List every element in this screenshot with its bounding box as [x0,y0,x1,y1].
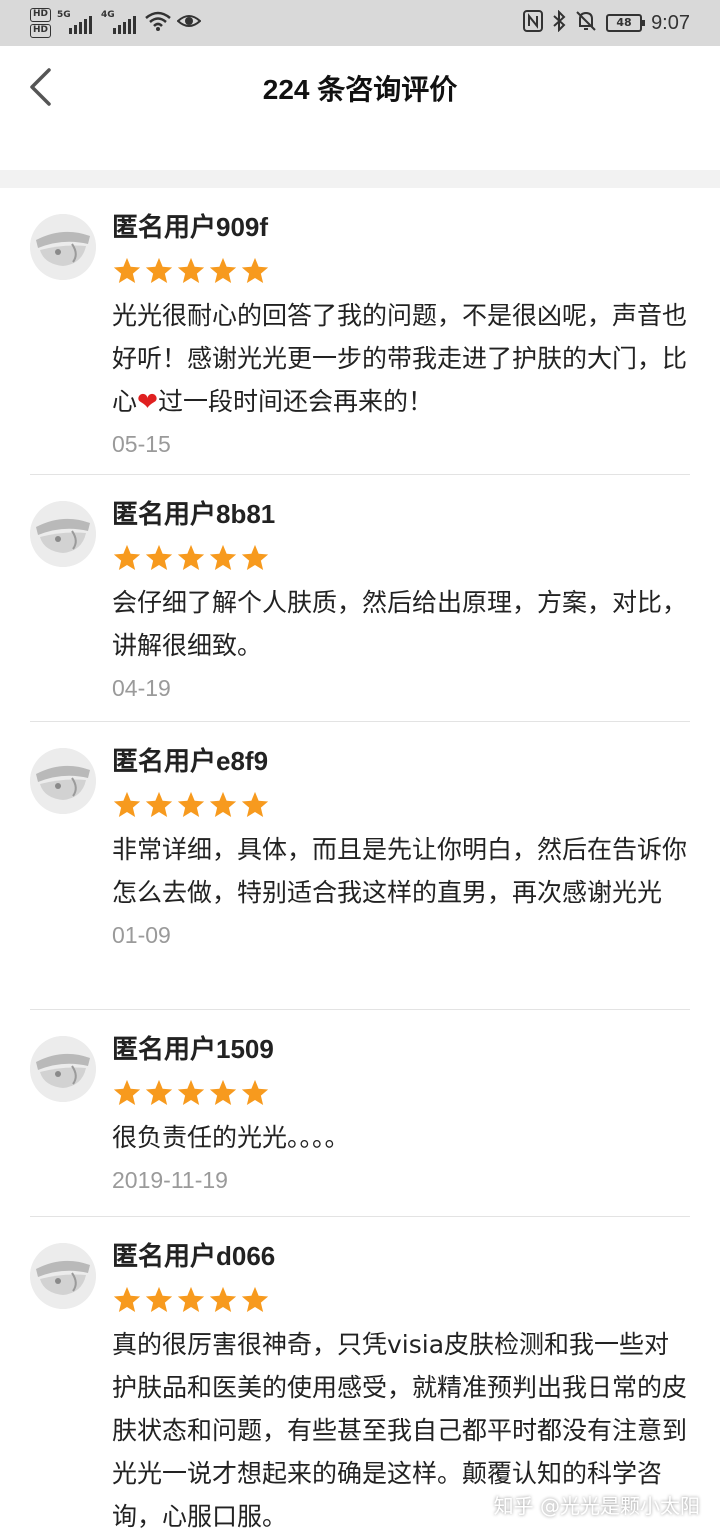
review-list: 匿名用户909f 光光很耐心的回答了我的问题，不是很凶呢，声音也好听！感谢光光更… [0,188,720,1531]
avatar[interactable] [30,214,96,280]
hd-badges: HD HD [30,8,52,38]
masked-face-icon [30,214,96,280]
hd-badge: HD [30,8,52,22]
bluetooth-icon [552,9,566,36]
star-icon [145,1079,173,1105]
star-icon [209,791,237,817]
review-text: 光光很耐心的回答了我的问题，不是很凶呢，声音也好听！感谢光光更一步的带我走进了护… [112,294,690,423]
eye-icon [176,12,202,34]
masked-face-icon [30,1036,96,1102]
status-bar: HD HD 5G 4G 48 9:07 [0,0,720,46]
star-icon [241,791,269,817]
heart-emoji: ❤ [137,387,158,416]
review-item: 匿名用户e8f9 非常详细，具体，而且是先让你明白，然后在告诉你怎么去做，特别适… [30,722,690,1010]
star-icon [113,544,141,570]
star-icon [113,1079,141,1105]
status-right: 48 9:07 [523,5,690,41]
rating-stars [112,1078,690,1108]
reviewer-name[interactable]: 匿名用户8b81 [112,499,690,529]
rating-stars [112,790,690,820]
star-icon [241,257,269,283]
nfc-icon [523,10,544,36]
reviewer-name[interactable]: 匿名用户909f [112,212,690,242]
review-date: 05-15 [112,431,171,457]
star-icon [177,544,205,570]
masked-face-icon [30,501,96,567]
review-text-part: 过一段时间还会再来的！ [157,387,433,416]
star-icon [241,1286,269,1312]
signal-5g-icon: 5G [57,10,95,36]
star-icon [177,1079,205,1105]
star-icon [209,1286,237,1312]
clock: 9:07 [651,11,690,34]
avatar[interactable] [30,748,96,814]
review-item: 匿名用户1509 很负责任的光光。。。。 2019-11-19 [30,1010,690,1217]
mute-bell-icon [575,10,597,36]
hd-badge: HD [30,24,52,38]
review-text: 会仔细了解个人肤质，然后给出原理，方案，对比，讲解很细致。 [112,588,688,660]
avatar[interactable] [30,501,96,567]
wifi-icon [145,11,171,35]
rating-stars [112,1285,690,1315]
star-icon [145,1286,173,1312]
reviewer-name[interactable]: 匿名用户e8f9 [112,746,690,776]
rating-stars [112,543,690,573]
nav-bar: 224 条咨询评价 [0,46,720,170]
masked-face-icon [30,1243,96,1309]
star-icon [209,1079,237,1105]
reviewer-name[interactable]: 匿名用户d066 [112,1241,690,1271]
rating-stars [112,256,690,286]
review-text: 很负责任的光光。。。。 [112,1123,350,1152]
star-icon [241,1079,269,1105]
review-date: 2019-11-19 [112,1167,228,1193]
avatar[interactable] [30,1243,96,1309]
review-item: 匿名用户8b81 会仔细了解个人肤质，然后给出原理，方案，对比，讲解很细致。 0… [30,475,690,722]
watermark: 知乎 @光光是颗小太阳 [493,1494,700,1518]
star-icon [145,544,173,570]
star-icon [177,791,205,817]
star-icon [113,257,141,283]
review-date: 01-09 [112,922,171,948]
star-icon [177,257,205,283]
star-icon [145,257,173,283]
star-icon [209,257,237,283]
masked-face-icon [30,748,96,814]
review-text: 非常详细，具体，而且是先让你明白，然后在告诉你怎么去做，特别适合我这样的直男，再… [112,835,688,907]
section-divider [0,170,720,188]
review-item: 匿名用户d066 真的很厉害很神奇，只凭visia皮肤检测和我一些对护肤品和医美… [30,1217,690,1531]
star-icon [177,1286,205,1312]
star-icon [113,791,141,817]
avatar[interactable] [30,1036,96,1102]
star-icon [241,544,269,570]
star-icon [145,791,173,817]
review-item: 匿名用户909f 光光很耐心的回答了我的问题，不是很凶呢，声音也好听！感谢光光更… [30,188,690,475]
star-icon [113,1286,141,1312]
signal-4g-icon: 4G [101,10,139,36]
reviewer-name[interactable]: 匿名用户1509 [112,1034,690,1064]
star-icon [209,544,237,570]
status-left: HD HD 5G 4G [30,5,202,41]
page-title: 224 条咨询评价 [262,74,458,105]
review-date: 04-19 [112,675,171,701]
battery-icon: 48 [606,14,646,32]
